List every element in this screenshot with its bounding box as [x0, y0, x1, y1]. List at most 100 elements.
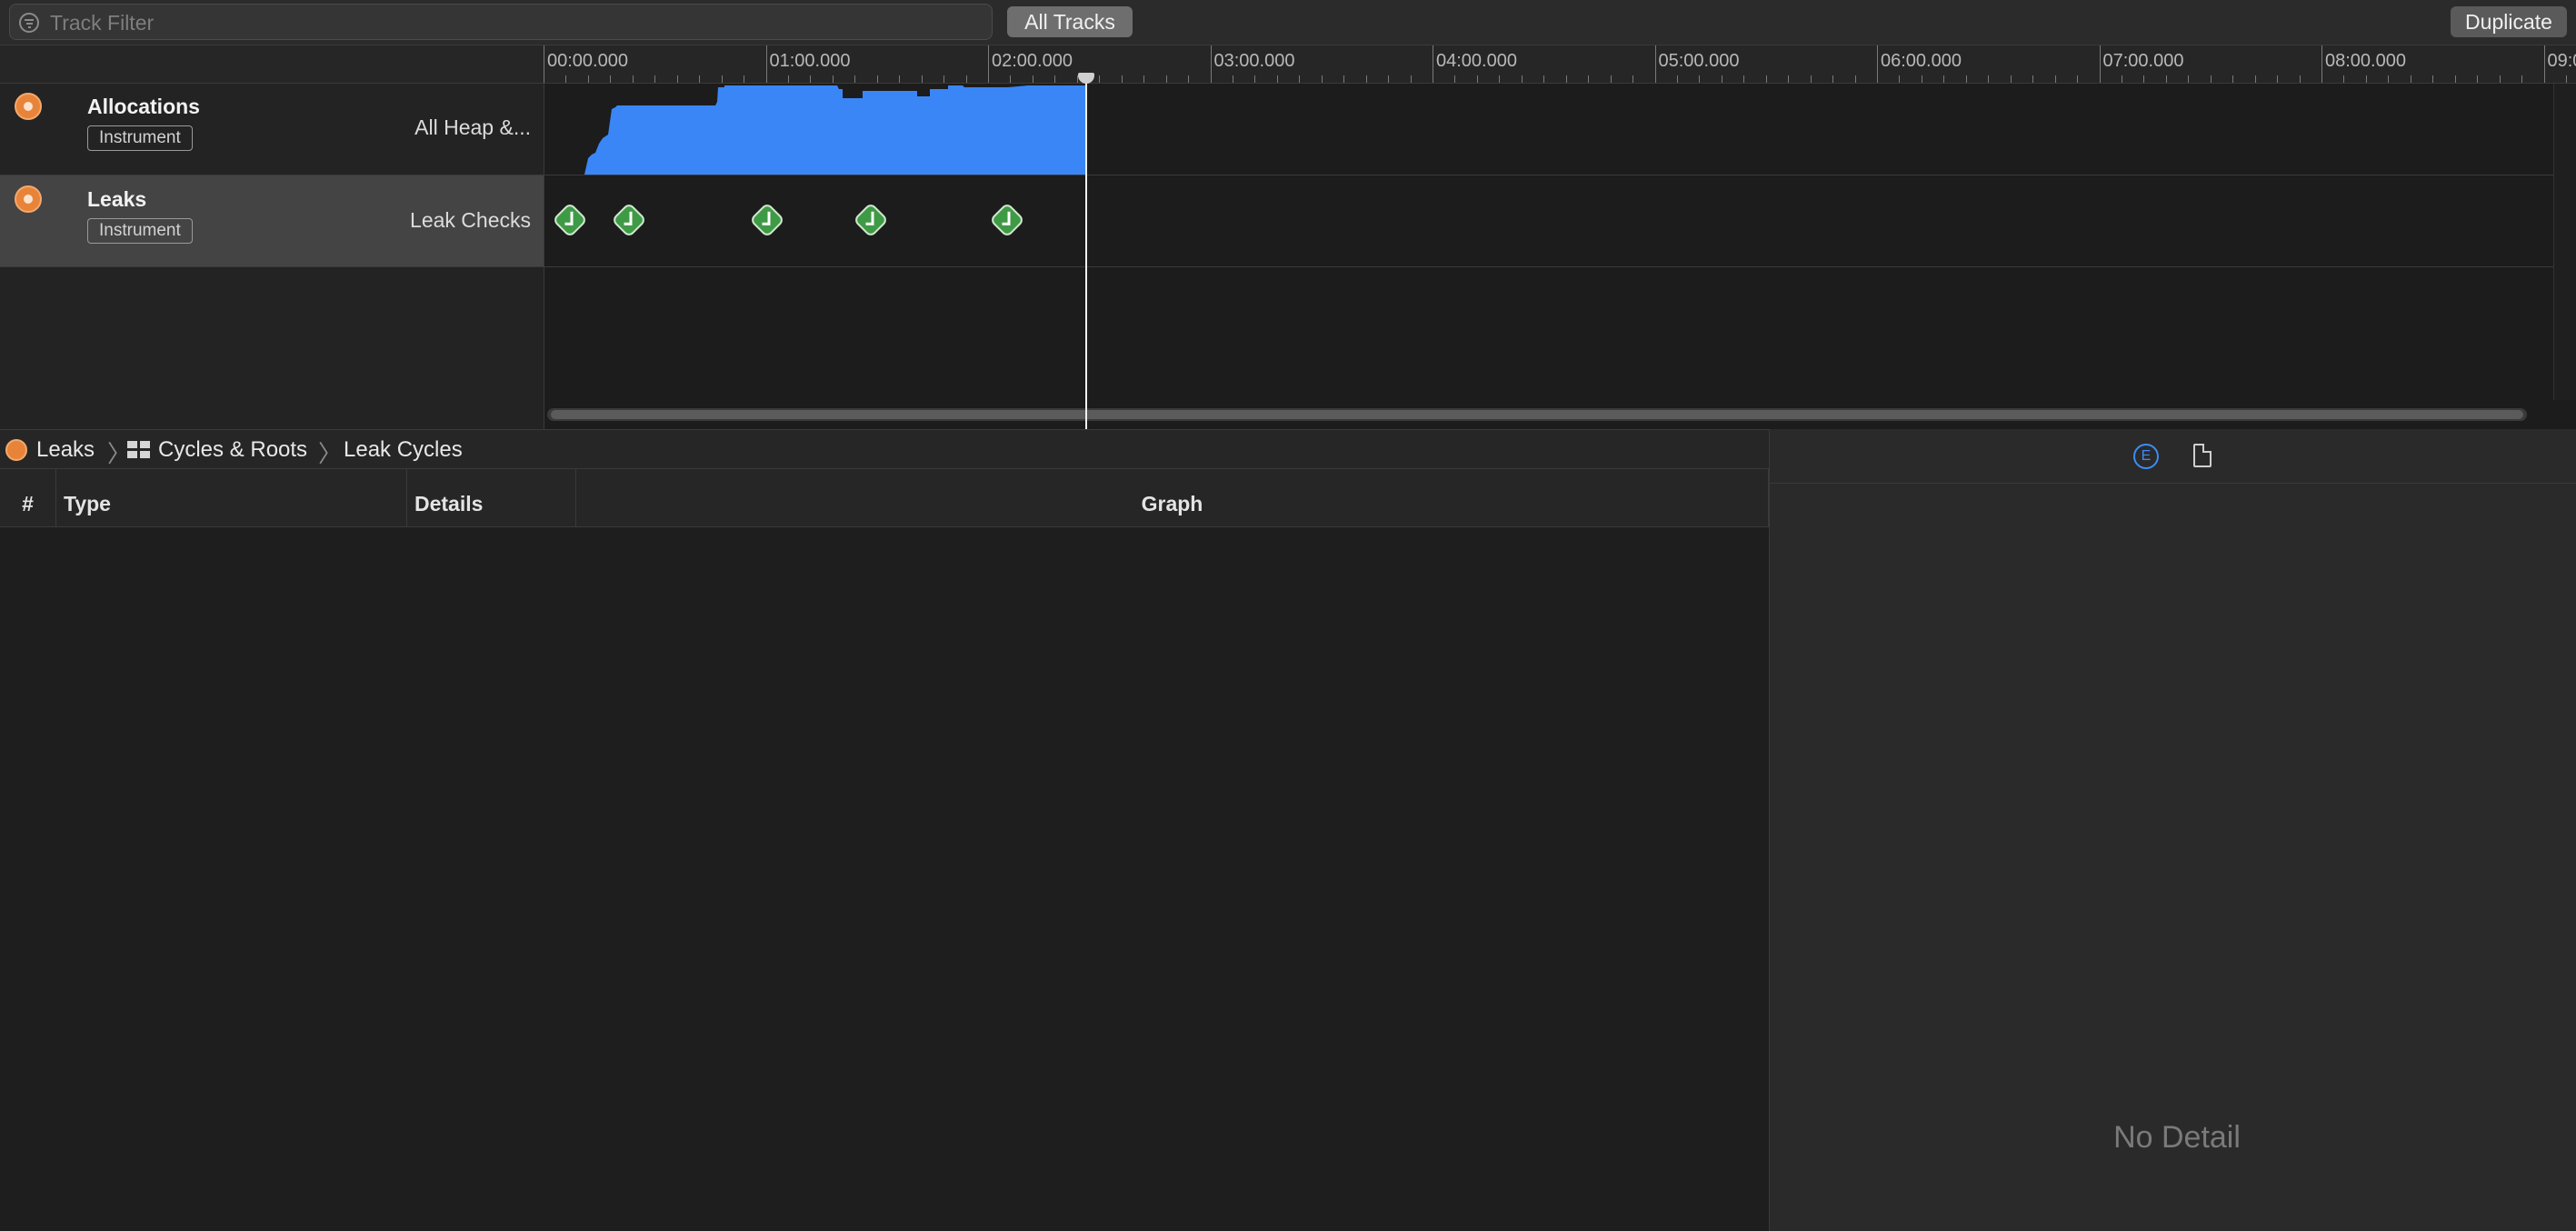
ruler-minor-tick	[787, 75, 789, 83]
ruler-minor-tick	[676, 75, 678, 83]
ruler-label: 05:00.000	[1658, 51, 1740, 71]
extended-detail-icon[interactable]: E	[2133, 444, 2159, 469]
ruler-label: 04:00.000	[1436, 51, 1517, 71]
ruler-minor-tick	[1810, 75, 1812, 83]
ruler-label: 07:00.000	[2102, 51, 2184, 71]
ruler-minor-tick	[1499, 75, 1501, 83]
ruler-major-tick	[765, 45, 767, 83]
ruler-minor-tick	[2388, 75, 2390, 83]
ruler-minor-tick	[699, 75, 701, 83]
ruler-minor-tick	[1743, 75, 1745, 83]
ruler-minor-tick	[1765, 75, 1767, 83]
ruler-label: 02:00.000	[992, 51, 1073, 71]
allocations-graph	[584, 85, 1086, 175]
leaks-icon	[15, 185, 42, 213]
jumpbar-item-cycles-roots[interactable]: Cycles & Roots	[158, 437, 307, 463]
ruler-minor-tick	[2165, 75, 2167, 83]
ruler-minor-tick	[899, 75, 901, 83]
ruler-major-tick	[1654, 45, 1656, 83]
no-detail-placeholder: No Detail	[2113, 1120, 2241, 1155]
ruler-minor-tick	[2454, 75, 2456, 83]
ruler-minor-tick	[2032, 75, 2034, 83]
ruler-minor-tick	[1788, 75, 1790, 83]
ruler-minor-tick	[2277, 75, 2279, 83]
column-header-details[interactable]: Details	[407, 469, 576, 527]
ruler-label: 06:00.000	[1881, 51, 1962, 71]
time-ruler[interactable]: 00:00.000 01:00.000 02:00.000 03:00.000 04:0…	[544, 45, 2576, 84]
ruler-minor-tick	[1610, 75, 1612, 83]
track-lanes[interactable]	[544, 84, 2576, 429]
ruler-minor-tick	[2188, 75, 2190, 83]
document-icon[interactable]	[2193, 444, 2212, 467]
ruler-minor-tick	[921, 75, 923, 83]
ruler-minor-tick	[810, 75, 812, 83]
ruler-minor-tick	[1632, 75, 1634, 83]
ruler-minor-tick	[2299, 75, 2301, 83]
ruler-minor-tick	[832, 75, 834, 83]
ruler-minor-tick	[565, 75, 567, 83]
ruler-minor-tick	[1943, 75, 1945, 83]
ruler-minor-tick	[1410, 75, 1412, 83]
jumpbar-item-leaks[interactable]: Leaks	[36, 437, 95, 463]
ruler-major-tick	[988, 45, 989, 83]
ruler-minor-tick	[1388, 75, 1390, 83]
ruler-minor-tick	[1099, 75, 1101, 83]
duplicate-button[interactable]: Duplicate	[2451, 6, 2567, 37]
ruler-major-tick	[1210, 45, 1212, 83]
inspector-panel: E No Detail	[1769, 429, 2576, 1231]
ruler-major-tick	[2543, 45, 2545, 83]
track-filter-placeholder: Track Filter	[50, 11, 155, 35]
allocations-icon	[15, 93, 42, 120]
ruler-minor-tick	[1276, 75, 1278, 83]
column-header-number[interactable]: #	[0, 469, 56, 527]
jump-bar: Leaks 〉 Cycles & Roots 〉 Leak Cycles	[0, 429, 1769, 469]
ruler-minor-tick	[1699, 75, 1701, 83]
ruler-label: 09:00.000	[2547, 51, 2576, 71]
track-name: Leaks	[87, 187, 147, 211]
all-tracks-button[interactable]: All Tracks	[1007, 6, 1133, 37]
track-header-allocations[interactable]: Allocations Instrument All Heap &...	[0, 84, 544, 175]
scrollbar-thumb[interactable]	[551, 410, 2523, 419]
ruler-minor-tick	[1965, 75, 1967, 83]
allocations-lane[interactable]	[544, 84, 2555, 175]
column-header-type[interactable]: Type	[56, 469, 407, 527]
ruler-minor-tick	[2343, 75, 2345, 83]
ruler-minor-tick	[1854, 75, 1856, 83]
ruler-minor-tick	[1365, 75, 1367, 83]
column-header-graph[interactable]: Graph	[576, 469, 1769, 527]
ruler-label: 00:00.000	[547, 51, 628, 71]
ruler-minor-tick	[632, 75, 634, 83]
ruler-minor-tick	[721, 75, 723, 83]
instrument-badge: Instrument	[87, 125, 193, 151]
chevron-right-icon: 〉	[318, 440, 343, 467]
ruler-minor-tick	[2210, 75, 2212, 83]
ruler-minor-tick	[1343, 75, 1345, 83]
ruler-minor-tick	[2521, 75, 2523, 83]
ruler-minor-tick	[854, 75, 856, 83]
ruler-minor-tick	[1832, 75, 1834, 83]
table-header: # Type Details Graph	[0, 469, 1769, 527]
ruler-minor-tick	[1899, 75, 1901, 83]
ruler-minor-tick	[1476, 75, 1478, 83]
timeline-scrollbar[interactable]	[547, 408, 2527, 421]
ruler-minor-tick	[1121, 75, 1123, 83]
jumpbar-item-leak-cycles[interactable]: Leak Cycles	[344, 437, 463, 463]
track-subtitle: All Heap &...	[414, 115, 531, 139]
ruler-minor-tick	[1254, 75, 1256, 83]
track-filter-field[interactable]: Track Filter	[9, 4, 993, 40]
cycles-roots-icon	[127, 441, 151, 459]
ruler-minor-tick	[2054, 75, 2056, 83]
allocations-area	[584, 85, 1086, 175]
ruler-label: 01:00.000	[769, 51, 851, 71]
leaks-lane[interactable]	[544, 175, 2555, 267]
ruler-major-tick	[2099, 45, 2101, 83]
ruler-major-tick	[1877, 45, 1878, 83]
ruler-minor-tick	[876, 75, 878, 83]
leak-cycles-table[interactable]	[0, 527, 1769, 1231]
ruler-minor-tick	[1454, 75, 1456, 83]
ruler-minor-tick	[1054, 75, 1056, 83]
track-header-leaks[interactable]: Leaks Instrument Leak Checks	[0, 175, 544, 267]
ruler-label: 03:00.000	[1213, 51, 1295, 71]
ruler-minor-tick	[1321, 75, 1323, 83]
ruler-minor-tick	[1299, 75, 1301, 83]
